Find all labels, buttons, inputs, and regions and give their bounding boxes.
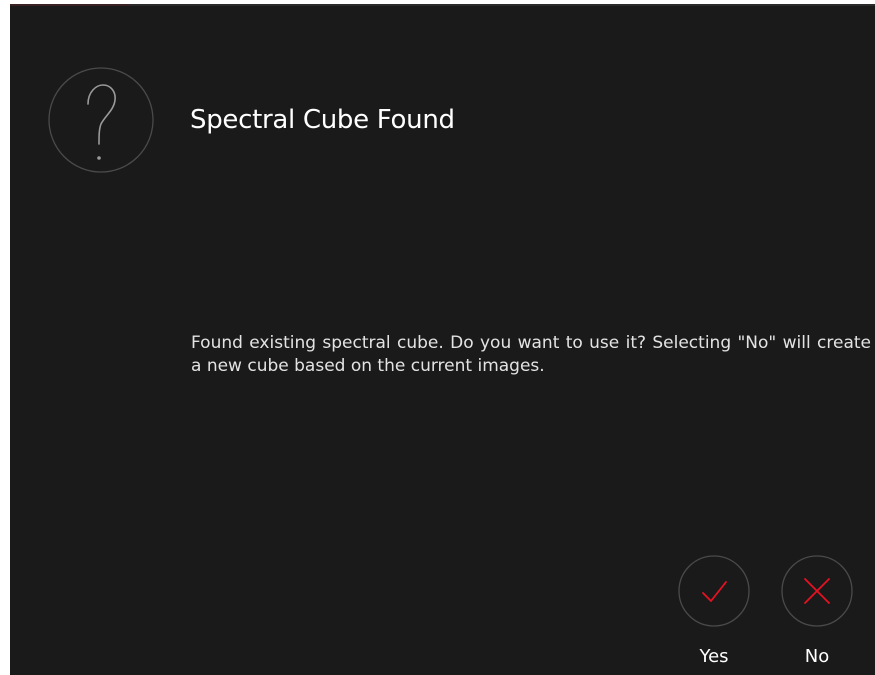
dialog-message: Found existing spectral cube. Do you wan…: [191, 333, 871, 376]
question-mark-icon: [48, 67, 154, 173]
dialog-title: Spectral Cube Found: [190, 105, 455, 135]
yes-button[interactable]: Yes: [676, 555, 752, 669]
close-icon: [781, 555, 853, 627]
no-button-label: No: [804, 646, 830, 667]
yes-button-label: Yes: [699, 646, 729, 667]
no-button[interactable]: No: [779, 555, 855, 669]
checkmark-icon: [678, 555, 750, 627]
dialog-top-border: [10, 4, 875, 6]
dialog-top-accent: [10, 4, 130, 6]
confirm-dialog: Spectral Cube Found Found existing spect…: [10, 4, 875, 675]
